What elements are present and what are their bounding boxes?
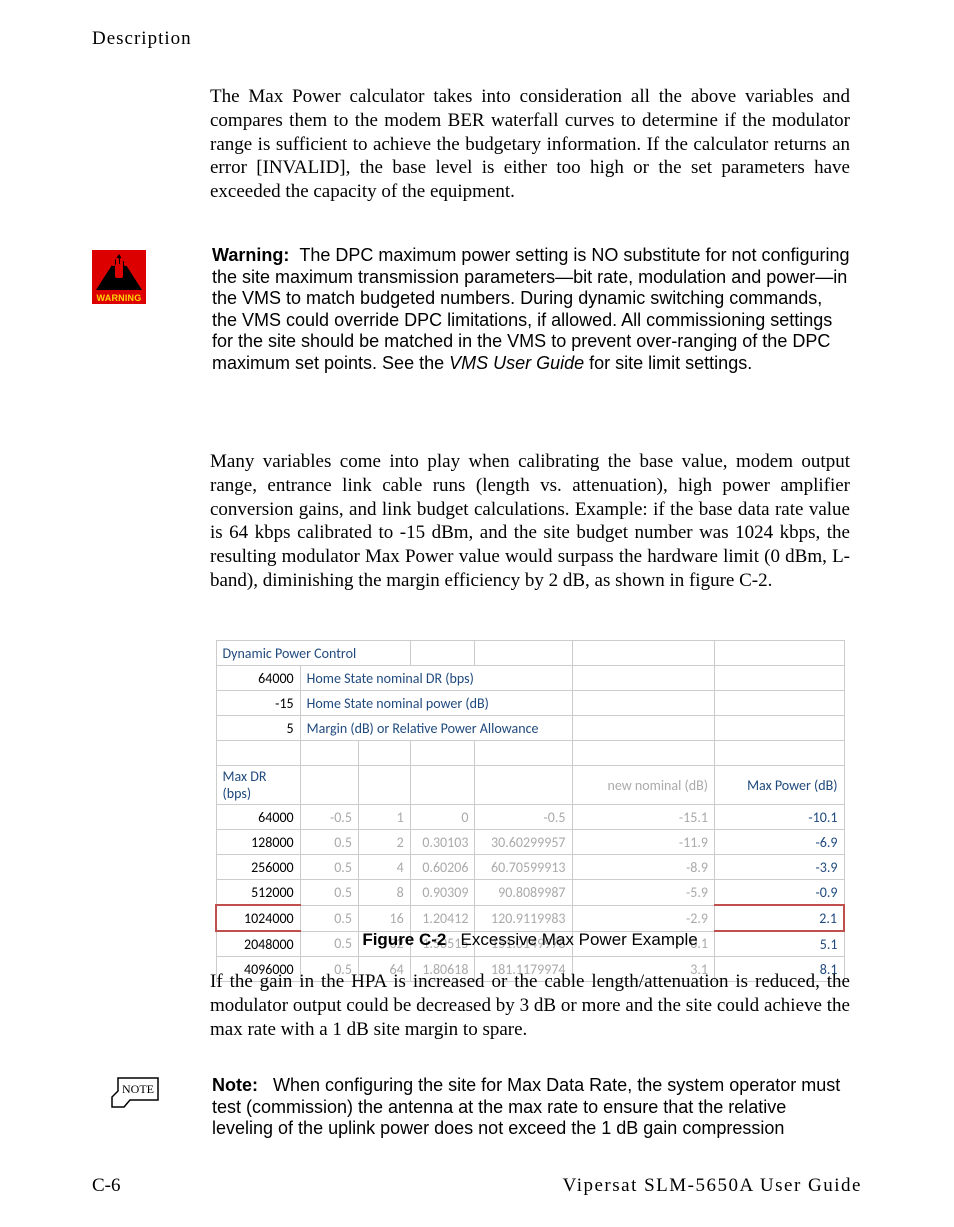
- input-2-value: 5: [216, 716, 300, 741]
- input-0-label: Home State nominal DR (bps): [300, 666, 572, 691]
- cell-dr: 512000: [216, 880, 300, 906]
- cell-c: 0.90309: [410, 880, 475, 906]
- figure-label: Figure C-2: [362, 930, 446, 949]
- table-row: 2560000.540.6020660.70599913-8.9-3.9: [216, 855, 844, 880]
- cell-nom: -5.9: [572, 880, 714, 906]
- cell-nom: -8.9: [572, 855, 714, 880]
- cell-max: -6.9: [714, 830, 844, 855]
- cell-d: 60.70599913: [475, 855, 572, 880]
- warning-icon-label: WARNING: [92, 292, 146, 304]
- input-1-label: Home State nominal power (dB): [300, 691, 572, 716]
- cell-c: 1.20412: [410, 905, 475, 931]
- cell-dr: 256000: [216, 855, 300, 880]
- cell-d: -0.5: [475, 805, 572, 830]
- warning-label: Warning:: [212, 245, 289, 265]
- input-0-value: 64000: [216, 666, 300, 691]
- col-header-newnom: new nominal (dB): [572, 766, 714, 805]
- cell-dr: 1024000: [216, 905, 300, 931]
- note-icon: NOTE: [110, 1077, 162, 1111]
- cell-c: 0: [410, 805, 475, 830]
- cell-b: 4: [358, 855, 410, 880]
- note-block: NOTE Note: When configuring the site for…: [92, 1075, 852, 1140]
- table-title: Dynamic Power Control: [216, 641, 410, 666]
- cell-b: 8: [358, 880, 410, 906]
- cell-a: 0.5: [300, 880, 358, 906]
- cell-max: -10.1: [714, 805, 844, 830]
- col-header-maxpower: Max Power (dB): [714, 766, 844, 805]
- paragraph-2: Many variables come into play when calib…: [210, 450, 850, 593]
- svg-text:NOTE: NOTE: [122, 1082, 154, 1096]
- cell-d: 120.9119983: [475, 905, 572, 931]
- cell-a: -0.5: [300, 805, 358, 830]
- section-header: Description: [92, 28, 192, 50]
- table-row: 64000-0.510-0.5-15.1-10.1: [216, 805, 844, 830]
- cell-nom: -15.1: [572, 805, 714, 830]
- page-number: C-6: [92, 1175, 121, 1197]
- cell-max: -0.9: [714, 880, 844, 906]
- note-text: Note: When configuring the site for Max …: [212, 1075, 852, 1140]
- col-header-maxdr: Max DR (bps): [216, 766, 300, 805]
- warning-body-italic: VMS User Guide: [449, 353, 584, 373]
- cell-d: 90.8089987: [475, 880, 572, 906]
- cell-a: 0.5: [300, 855, 358, 880]
- paragraph-1: The Max Power calculator takes into cons…: [210, 85, 850, 204]
- note-label: Note:: [212, 1075, 258, 1095]
- cell-max: -3.9: [714, 855, 844, 880]
- table-row: 10240000.5161.20412120.9119983-2.92.1: [216, 905, 844, 931]
- cell-d: 30.60299957: [475, 830, 572, 855]
- cell-a: 0.5: [300, 905, 358, 931]
- note-body: When configuring the site for Max Data R…: [212, 1075, 840, 1138]
- warning-text: Warning: The DPC maximum power setting i…: [212, 245, 852, 375]
- cell-c: 0.60206: [410, 855, 475, 880]
- cell-max: 2.1: [714, 905, 844, 931]
- cell-b: 16: [358, 905, 410, 931]
- input-1-value: -15: [216, 691, 300, 716]
- table-row: 5120000.580.9030990.8089987-5.9-0.9: [216, 880, 844, 906]
- cell-b: 2: [358, 830, 410, 855]
- paragraph-3: If the gain in the HPA is increased or t…: [210, 970, 850, 1041]
- cell-nom: -2.9: [572, 905, 714, 931]
- warning-block: WARNING Warning: The DPC maximum power s…: [92, 245, 852, 375]
- cell-b: 1: [358, 805, 410, 830]
- cell-dr: 64000: [216, 805, 300, 830]
- cell-nom: -11.9: [572, 830, 714, 855]
- figure-caption: Figure C-2 Excessive Max Power Example: [210, 930, 850, 950]
- warning-icon: WARNING: [92, 250, 148, 298]
- input-2-label: Margin (dB) or Relative Power Allowance: [300, 716, 572, 741]
- footer-guide-title: Vipersat SLM-5650A User Guide: [563, 1175, 862, 1197]
- warning-body-2: for site limit settings.: [584, 353, 752, 373]
- cell-a: 0.5: [300, 830, 358, 855]
- figure-text: Excessive Max Power Example: [461, 930, 698, 949]
- cell-dr: 128000: [216, 830, 300, 855]
- table-row: 1280000.520.3010330.60299957-11.9-6.9: [216, 830, 844, 855]
- cell-c: 0.30103: [410, 830, 475, 855]
